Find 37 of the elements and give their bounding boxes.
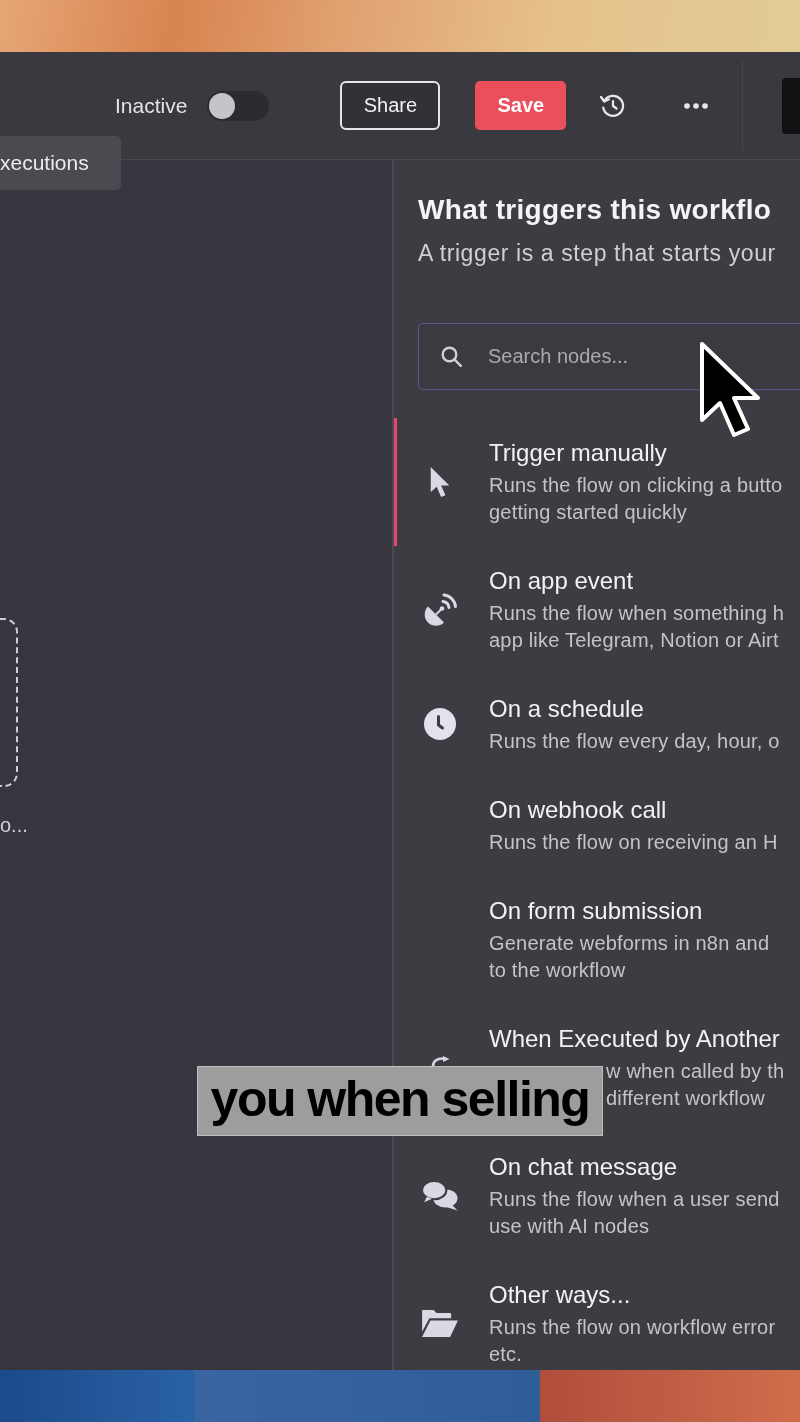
option-title[interactable]: Other ways...: [489, 1279, 776, 1311]
node-label: o...: [0, 813, 28, 838]
option-title[interactable]: On form submission: [489, 895, 770, 927]
panel-title: What triggers this workflo: [418, 193, 773, 227]
option-title[interactable]: On webhook call: [489, 794, 778, 826]
mouse-pointer-icon: [430, 466, 450, 497]
option-description: Runs the flow on clicking a butto getting started quickly: [489, 473, 783, 525]
search-field[interactable]: Search nodes...: [418, 323, 800, 390]
subtitle-caption: you when selling: [197, 1066, 603, 1136]
option-description: Runs the flow on receiving an H: [489, 830, 778, 855]
option-title[interactable]: On a schedule: [489, 693, 780, 725]
option-description: Runs the flow when something h app like Telegram, Notion or Airt: [489, 601, 785, 653]
open-folder-icon: [422, 1310, 458, 1337]
chat-bubbles-icon: [422, 1180, 458, 1211]
history-icon[interactable]: [599, 92, 626, 119]
option-description: Runs the flow every day, hour, o: [489, 729, 780, 754]
save-button[interactable]: Save: [475, 81, 567, 130]
share-button[interactable]: Share: [340, 81, 441, 130]
option-title[interactable]: When Executed by Another: [489, 1023, 785, 1055]
option-title[interactable]: Trigger manually: [489, 437, 783, 469]
satellite-dish-icon: [423, 593, 457, 626]
clock-icon: [423, 707, 457, 741]
more-icon[interactable]: [684, 102, 709, 109]
node-placeholder[interactable]: [0, 618, 18, 787]
executions-tab[interactable]: xecutions: [0, 136, 121, 190]
option-title[interactable]: On app event: [489, 565, 785, 597]
curved-arrow-icon: [430, 1056, 450, 1066]
option-title[interactable]: On chat message: [489, 1151, 780, 1183]
toggle-switch[interactable]: [207, 90, 270, 121]
status-label: Inactive: [115, 92, 188, 119]
option-description: w when called by th different workflow: [606, 1059, 785, 1111]
panel-subtitle: A trigger is a step that starts your: [418, 239, 777, 267]
option-description: Runs the flow on workflow error etc.: [489, 1315, 776, 1367]
mouse-cursor-icon: [700, 342, 762, 439]
option-description: Runs the flow when a user send use with AI nodes: [489, 1187, 780, 1239]
search-icon: [441, 346, 462, 367]
option-description: Generate webforms in n8n and to the workflow: [489, 931, 770, 983]
